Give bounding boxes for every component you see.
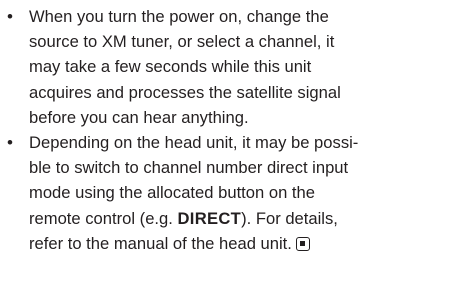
note-line: refer to the manual of the head unit. bbox=[29, 231, 453, 256]
bullet: • bbox=[7, 133, 13, 153]
bullet: • bbox=[7, 7, 13, 26]
note-line: before you can hear anything. bbox=[29, 107, 249, 127]
note-line: acquires and processes the satellite sig… bbox=[29, 82, 341, 102]
note-line: source to XM tuner, or select a channel,… bbox=[29, 32, 335, 52]
note-text: ). For details, bbox=[241, 208, 338, 228]
note-item-power-on: • When you turn the power on, change the… bbox=[0, 4, 453, 130]
note-line: mode using the allocated button on the bbox=[29, 183, 315, 203]
note-line: ble to switch to channel number direct i… bbox=[29, 158, 349, 178]
note-item-direct-input: • Depending on the head unit, it may be … bbox=[0, 130, 453, 256]
note-line: When you turn the power on, change the bbox=[29, 7, 329, 26]
end-of-section-icon bbox=[295, 236, 310, 251]
notes-list: • When you turn the power on, change the… bbox=[0, 4, 453, 256]
note-text: refer to the manual of the head unit. bbox=[29, 233, 292, 253]
direct-button-name: DIRECT bbox=[177, 208, 242, 228]
note-line: Depending on the head unit, it may be po… bbox=[29, 133, 359, 153]
note-text: remote control (e.g. bbox=[29, 208, 178, 228]
note-line: remote control (e.g. DIRECT). For detail… bbox=[29, 206, 453, 231]
note-line: may take a few seconds while this unit bbox=[29, 57, 312, 77]
